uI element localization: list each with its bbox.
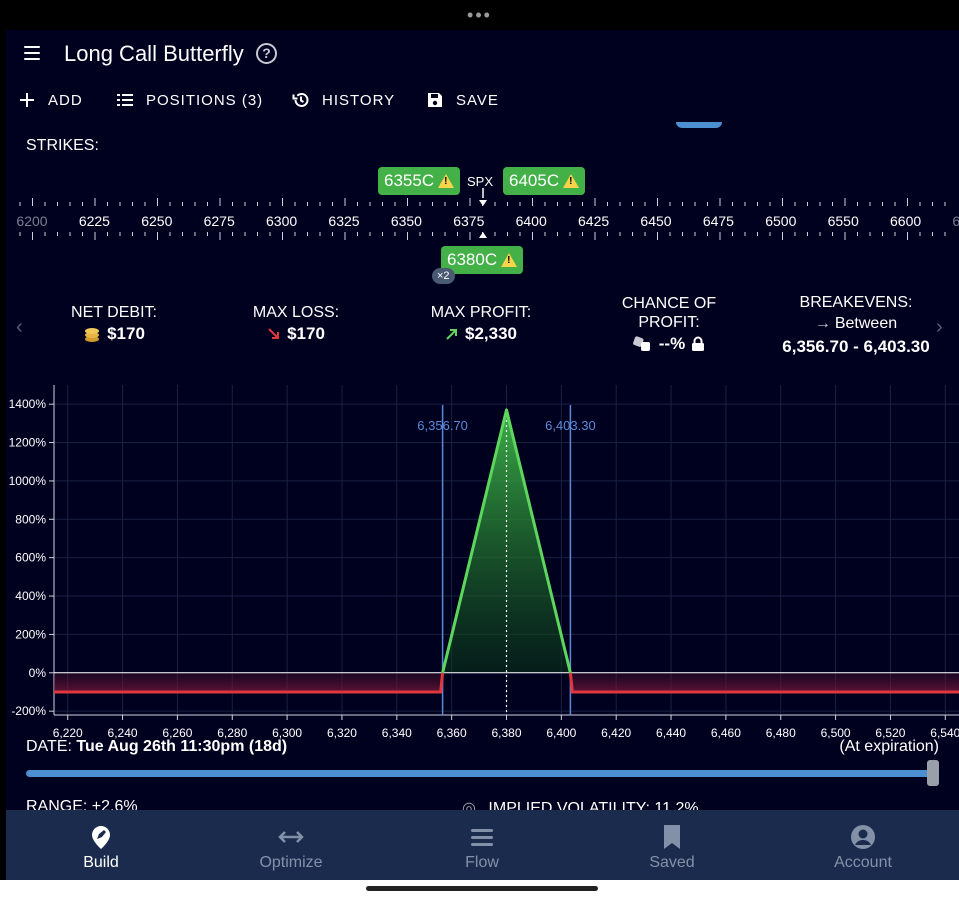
window-more-indicator[interactable]: ••• — [0, 0, 959, 30]
y-tick-label: 600% — [15, 551, 46, 565]
bars-icon — [471, 829, 493, 846]
warning-icon — [563, 174, 580, 188]
ruler-tick-label: 6600 — [890, 213, 922, 229]
ruler-tick-label: 6200 — [16, 213, 48, 229]
ruler-tick-label: 6250 — [141, 213, 173, 229]
warning-icon — [438, 174, 455, 188]
ruler-tick-label: 6475 — [702, 213, 734, 229]
ruler-tick-label: 6325 — [328, 213, 360, 229]
chance-of-profit-metric: CHANCE OF PROFIT: --% — [621, 295, 717, 353]
menu-icon[interactable] — [24, 46, 40, 60]
account-icon — [851, 825, 875, 849]
nav-flow[interactable]: Flow — [387, 810, 577, 880]
y-tick-label: 400% — [15, 589, 46, 603]
y-tick-label: 1000% — [9, 474, 47, 488]
strike-leg-6380c[interactable]: 6380C — [441, 246, 524, 274]
warning-icon — [501, 253, 518, 267]
bottom-nav: Build Optimize Flow Saved Account — [6, 810, 959, 880]
plus-icon — [20, 93, 34, 107]
payoff-chart-svg: 6,220 6,240 6,260 6,280 6,300 6,320 6,340 6,360… — [9, 385, 959, 740]
page-title: Long Call Butterfly — [64, 41, 244, 66]
ruler-tick-label: 6300 — [266, 213, 298, 229]
y-tick-label: -200% — [11, 704, 46, 718]
loss-area — [570, 672, 959, 692]
payoff-chart[interactable]: 6,220 6,240 6,260 6,280 6,300 6,320 6,340 6,360… — [6, 375, 959, 745]
save-icon — [428, 93, 442, 107]
strikes-label: STRIKES: — [26, 137, 99, 154]
max-loss-metric: MAX LOSS: $170 — [252, 304, 340, 343]
title-bar: Long Call Butterfly ? — [6, 30, 959, 78]
add-button[interactable]: ADD — [18, 88, 83, 112]
y-tick-label: 1200% — [9, 436, 47, 450]
help-icon[interactable]: ? — [256, 43, 277, 64]
ruler-tick-label: 6500 — [765, 213, 797, 229]
home-indicator[interactable] — [366, 886, 598, 891]
ruler-tick-label: 6225 — [78, 213, 110, 229]
breakevens-metric: BREAKEVENS: → Between 6,356.70 - 6,403.3… — [782, 294, 930, 356]
metrics-row: ‹ NET DEBIT: $170 MAX LOSS: $170 MAX PRO… — [6, 286, 959, 356]
date-row: DATE: Tue Aug 26th 11:30pm (18d) (At exp… — [26, 738, 939, 755]
ruler-tick-label: 6375 — [453, 213, 485, 229]
current-price-pointer — [479, 200, 487, 206]
nav-account[interactable]: Account — [768, 810, 958, 880]
underlying-label: SPX — [467, 174, 494, 189]
chevron-left-icon[interactable]: ‹ — [16, 316, 23, 339]
toolbar: ADD POSITIONS (3) HISTORY SAVE — [6, 82, 959, 118]
ruler-tick-label: 6650 — [952, 213, 959, 229]
date-slider-thumb[interactable] — [927, 760, 939, 786]
ruler-tick-label: 6425 — [578, 213, 610, 229]
dice-icon — [632, 335, 650, 351]
y-tick-label: 200% — [15, 627, 46, 641]
breakeven-label: 6,403.30 — [545, 418, 596, 433]
arrows-horizontal-icon — [278, 831, 304, 843]
quantity-badge: ×2 — [432, 268, 455, 284]
loss-area — [54, 672, 443, 692]
save-button[interactable]: SAVE — [426, 88, 499, 112]
nav-build[interactable]: Build — [6, 810, 196, 880]
breakeven-label: 6,356.70 — [417, 418, 468, 433]
nav-optimize[interactable]: Optimize — [196, 810, 386, 880]
list-icon — [117, 94, 133, 106]
y-tick-label: 0% — [29, 666, 47, 680]
strike-leg-6405c[interactable]: 6405C — [503, 167, 586, 195]
date-slider-track[interactable] — [26, 770, 934, 777]
strike-leg-6355c[interactable]: 6355C — [378, 167, 461, 195]
ruler-tick-label: 6275 — [203, 213, 235, 229]
arrow-down-right-icon — [268, 328, 280, 339]
ruler-tick-label: 6350 — [390, 213, 422, 229]
max-profit-metric: MAX PROFIT: $2,330 — [430, 304, 532, 343]
net-debit-metric: NET DEBIT: $170 — [71, 304, 157, 343]
ruler-tick-label: 6550 — [827, 213, 859, 229]
strike-ruler[interactable]: 6200 6225 6250 6275 6300 6325 6350 6375 6400 6425… — [6, 167, 959, 284]
current-price-pointer — [479, 232, 487, 238]
coins-icon — [85, 328, 100, 342]
chevron-right-icon[interactable]: › — [936, 316, 943, 339]
ruler-tick-label: 6450 — [640, 213, 672, 229]
arrow-up-right-icon — [446, 329, 457, 340]
nav-saved[interactable]: Saved — [577, 810, 767, 880]
y-tick-label: 1400% — [9, 397, 47, 411]
positions-button[interactable]: POSITIONS (3) — [116, 88, 263, 112]
history-icon — [292, 93, 309, 107]
y-tick-label: 800% — [15, 512, 46, 526]
bookmark-icon — [664, 825, 680, 849]
app-window: Long Call Butterfly ? ADD POSITIONS (3) … — [6, 30, 959, 880]
ruler-tick-label: 6400 — [515, 213, 547, 229]
pencil-pin-icon — [92, 826, 110, 849]
scroll-indicator — [676, 122, 722, 128]
home-indicator-area — [0, 880, 959, 900]
history-button[interactable]: HISTORY — [292, 88, 395, 112]
lock-icon[interactable] — [691, 336, 705, 352]
arrow-right-icon: → — [814, 315, 831, 332]
